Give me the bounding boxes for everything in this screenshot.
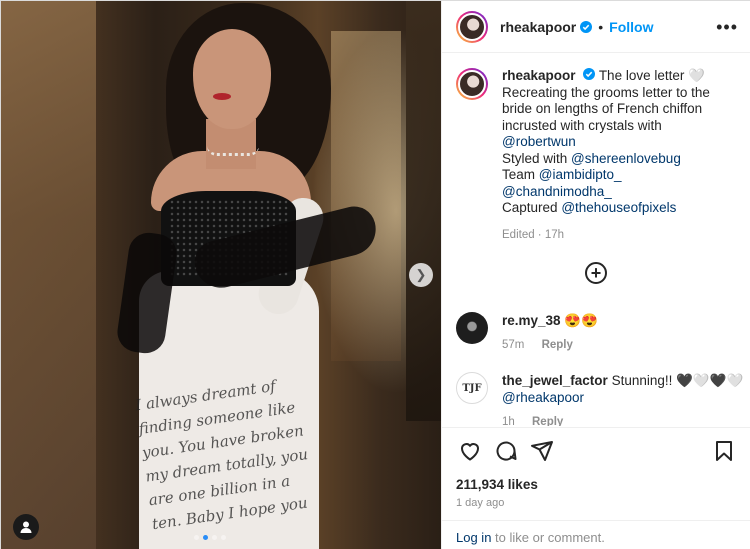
bookmark-icon[interactable] bbox=[706, 433, 742, 469]
necklace bbox=[207, 146, 259, 156]
caption-avatar[interactable] bbox=[456, 68, 488, 100]
reply-button[interactable]: Reply bbox=[542, 339, 573, 351]
comment-bubble-icon[interactable] bbox=[488, 433, 524, 469]
action-bar bbox=[442, 427, 750, 473]
login-prompt: Log in to like or comment. bbox=[442, 520, 750, 549]
separator-dot: • bbox=[598, 18, 604, 35]
author-avatar[interactable] bbox=[456, 10, 488, 43]
carousel-dots bbox=[194, 535, 226, 540]
mention-link[interactable]: @robertwun bbox=[502, 134, 576, 149]
commenter-avatar[interactable]: TJF bbox=[456, 372, 488, 404]
carousel-dot-active bbox=[203, 535, 208, 540]
carousel-dot bbox=[212, 535, 217, 540]
comment-text: 😍😍 bbox=[564, 313, 598, 328]
mention-link[interactable]: @chandnimodha_ bbox=[502, 184, 612, 199]
follow-button[interactable]: Follow bbox=[609, 19, 653, 35]
heart-icon[interactable] bbox=[452, 433, 488, 469]
more-options-icon[interactable]: ••• bbox=[716, 17, 738, 38]
handwritten-letter: I always dreamt of finding someone like … bbox=[134, 376, 310, 534]
caption-meta: Edited · 17h bbox=[502, 228, 565, 241]
comment-text: Stunning!! 🖤🤍🖤🤍 bbox=[611, 373, 744, 388]
verified-badge-icon bbox=[580, 20, 593, 33]
post-image[interactable]: I always dreamt of finding someone like … bbox=[1, 1, 441, 549]
woman-figure: I always dreamt of finding someone like … bbox=[1, 1, 441, 549]
post-modal: I always dreamt of finding someone like … bbox=[0, 0, 750, 549]
login-link[interactable]: Log in bbox=[456, 530, 491, 545]
caption-text: Captured bbox=[502, 200, 558, 215]
comments-section[interactable]: rheakapoor The love letter 🤍 Recreating … bbox=[442, 54, 750, 426]
post-caption: rheakapoor The love letter 🤍 Recreating … bbox=[456, 68, 746, 243]
verified-badge-icon bbox=[583, 68, 596, 80]
post-header: rheakapoor • Follow ••• bbox=[442, 1, 750, 53]
commenter-username[interactable]: the_jewel_factor bbox=[502, 373, 608, 388]
commenter-username[interactable]: re.my_38 bbox=[502, 313, 561, 328]
caption-text: Team bbox=[502, 167, 536, 182]
likes-count[interactable]: 211,934 likes bbox=[456, 477, 538, 492]
comment-age: 1h bbox=[502, 416, 515, 426]
user-tag-icon[interactable] bbox=[13, 514, 39, 540]
comment-item: re.my_38 😍😍 57m Reply bbox=[456, 312, 746, 354]
caption-username[interactable]: rheakapoor bbox=[502, 68, 576, 83]
commenter-avatar[interactable] bbox=[456, 312, 488, 344]
mention-link[interactable]: @shereenlovebug bbox=[571, 151, 681, 166]
post-details-panel: rheakapoor • Follow ••• rheakapoor The l… bbox=[441, 1, 750, 549]
comment-item: TJF the_jewel_factor Stunning!! 🖤🤍🖤🤍 @rh… bbox=[456, 372, 746, 426]
comment-age: 57m bbox=[502, 339, 525, 351]
reply-button[interactable]: Reply bbox=[532, 416, 563, 426]
caption-line2: Recreating the grooms letter to the brid… bbox=[502, 84, 710, 133]
mention-link[interactable]: @rheakapoor bbox=[502, 390, 584, 405]
carousel-dot bbox=[194, 535, 199, 540]
chevron-right-icon[interactable]: ❯ bbox=[409, 263, 433, 287]
caption-line1: The love letter 🤍 bbox=[598, 68, 705, 83]
login-prompt-text: to like or comment. bbox=[491, 530, 605, 545]
mention-link[interactable]: @iambidipto_ bbox=[539, 167, 622, 182]
post-age: 1 day ago bbox=[456, 497, 505, 509]
plus-circle-icon[interactable]: + bbox=[585, 262, 607, 284]
mention-link[interactable]: @thehouseofpixels bbox=[561, 200, 676, 215]
author-username[interactable]: rheakapoor bbox=[500, 19, 576, 35]
caption-text: Styled with bbox=[502, 150, 568, 166]
carousel-dot bbox=[221, 535, 226, 540]
paper-plane-icon[interactable] bbox=[524, 433, 560, 469]
